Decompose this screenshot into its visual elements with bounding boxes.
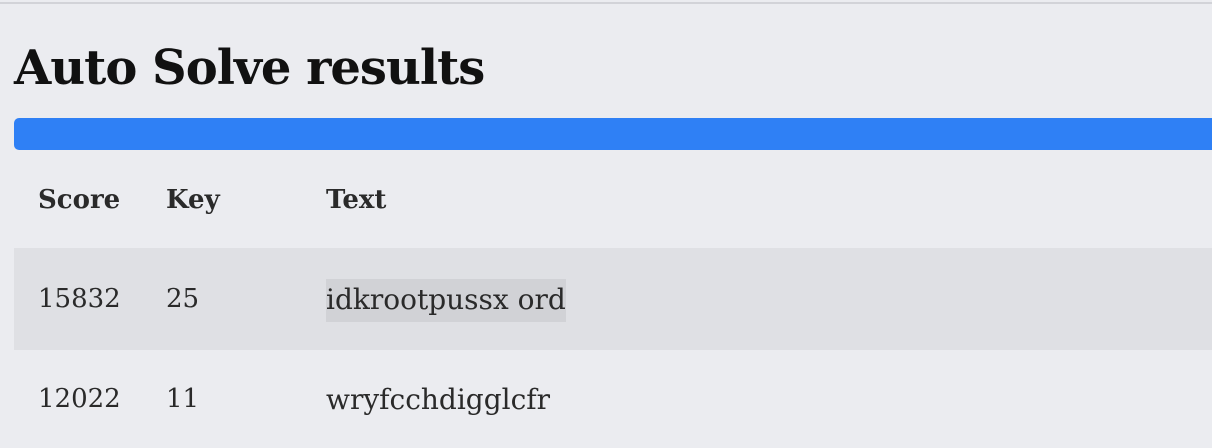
cell-score: 12022 <box>38 384 121 414</box>
result-text[interactable]: wryfcchdigglcfr <box>326 383 550 416</box>
column-header-score: Score <box>38 185 121 215</box>
cell-key: 11 <box>166 384 200 414</box>
table-header-row: Score Key Text <box>14 152 1212 248</box>
table-row[interactable]: 15832 25 idkrootpussx ord <box>14 248 1212 350</box>
cell-text: idkrootpussx ord <box>326 248 1212 350</box>
progress-bar-fill <box>14 118 1212 150</box>
selected-text[interactable]: idkrootpussx ord <box>326 278 566 322</box>
cell-text: wryfcchdigglcfr <box>326 350 1212 448</box>
results-table: Score Key Text 15832 25 idkrootpussx ord… <box>14 152 1212 448</box>
table-row[interactable]: 12022 11 wryfcchdigglcfr <box>14 350 1212 448</box>
progress-bar <box>14 118 1212 150</box>
page-title: Auto Solve results <box>14 40 485 96</box>
top-divider <box>0 2 1212 4</box>
column-header-key: Key <box>166 185 220 215</box>
cell-key: 25 <box>166 248 326 350</box>
column-header-text: Text <box>326 185 387 215</box>
cell-score: 15832 <box>14 248 166 350</box>
